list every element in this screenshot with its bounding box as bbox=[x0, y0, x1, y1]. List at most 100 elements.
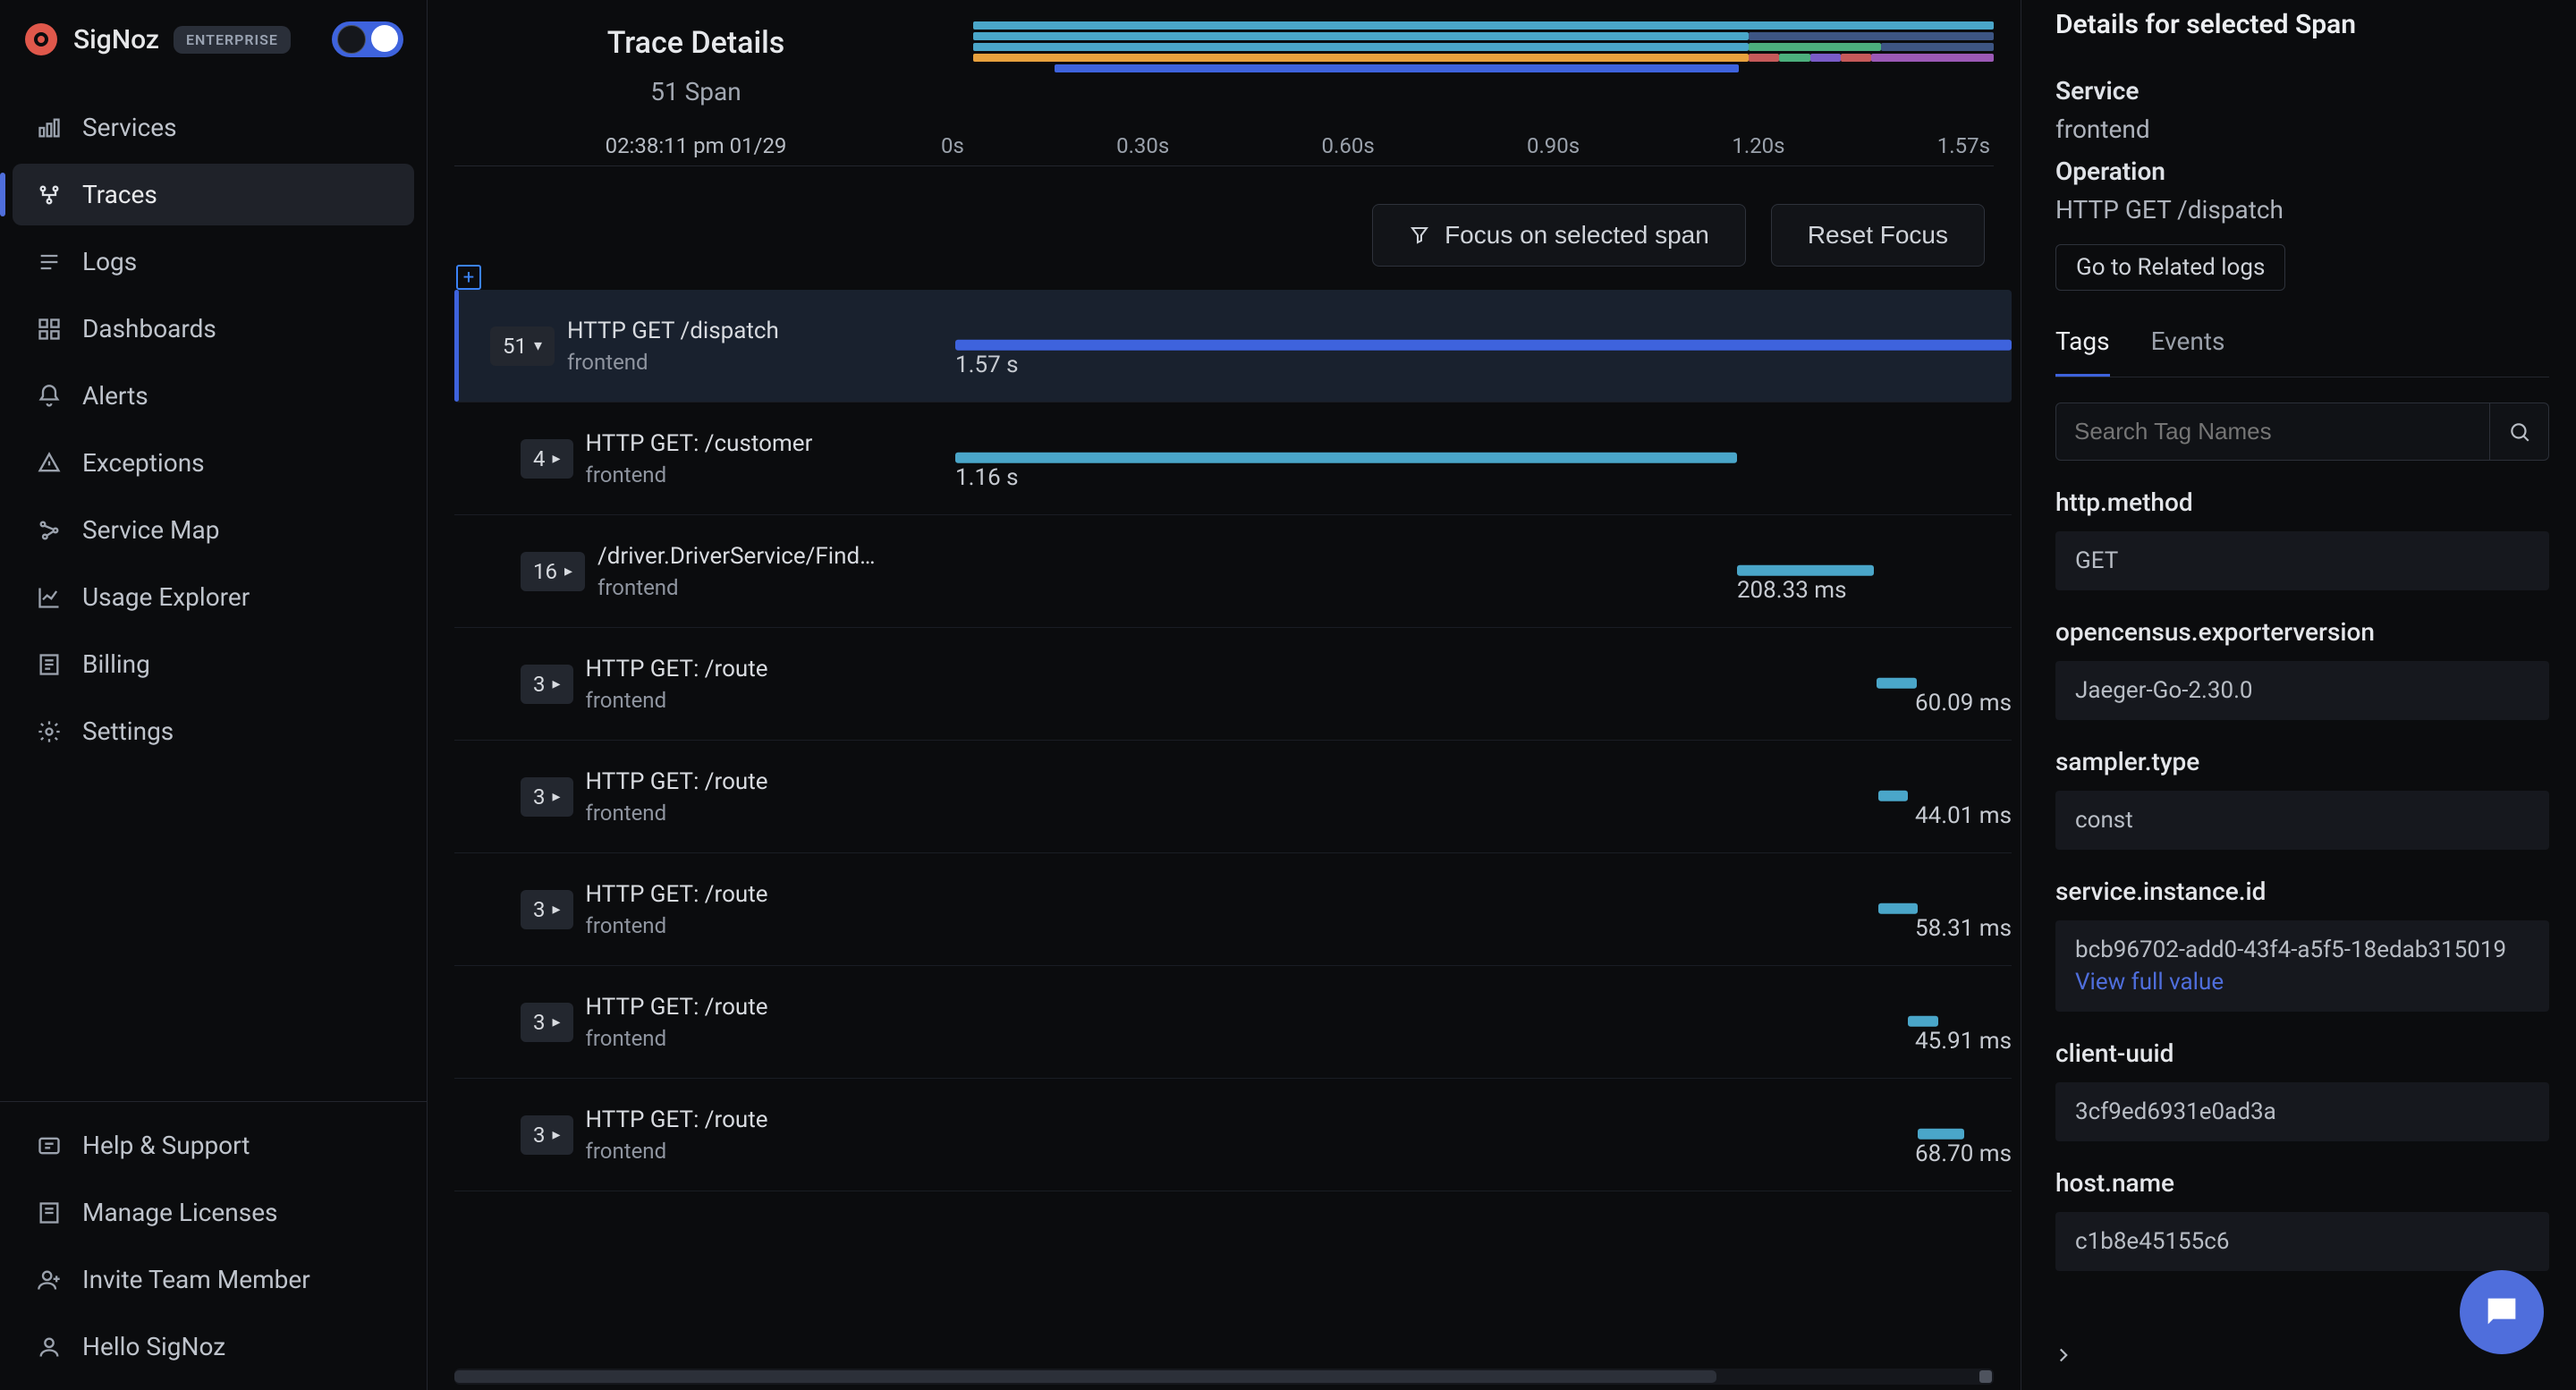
minimap-segment bbox=[973, 43, 1749, 51]
sidebar-item-billing[interactable]: Billing bbox=[13, 633, 414, 695]
span-row[interactable]: 3 ▸HTTP GET: /routefrontend44.01 ms bbox=[454, 741, 2012, 853]
minimap-segment bbox=[1749, 32, 1994, 40]
focus-selected-label: Focus on selected span bbox=[1445, 221, 1709, 250]
span-bar bbox=[955, 452, 1737, 462]
span-row[interactable]: 16 ▸/driver.DriverService/Find…frontend2… bbox=[454, 515, 2012, 628]
horizontal-scrollbar[interactable] bbox=[454, 1369, 1994, 1385]
view-full-value-link[interactable]: View full value bbox=[2075, 969, 2529, 996]
sidebar-item-usage-explorer[interactable]: Usage Explorer bbox=[13, 566, 414, 628]
brand-logo-icon bbox=[23, 21, 59, 57]
caret-icon: ▸ bbox=[553, 674, 561, 693]
tag-block: sampler.typeconst bbox=[2055, 747, 2549, 850]
tag-value: c1b8e45155c6 bbox=[2055, 1212, 2549, 1271]
scrollbar-thumb[interactable] bbox=[454, 1370, 1716, 1383]
sidebar-item-label: Alerts bbox=[82, 381, 148, 411]
trace-header: Trace Details 51 Span bbox=[428, 0, 2021, 106]
span-count-pill[interactable]: 4 ▸ bbox=[521, 439, 573, 479]
sidebar-item-exceptions[interactable]: Exceptions bbox=[13, 432, 414, 494]
sidebar-item-alerts[interactable]: Alerts bbox=[13, 365, 414, 427]
span-count-pill[interactable]: 3 ▸ bbox=[521, 665, 573, 704]
span-timeline: 208.33 ms bbox=[955, 515, 2012, 627]
operation-label: Operation bbox=[2055, 157, 2549, 186]
minimap-segment bbox=[1749, 43, 1881, 51]
details-heading: Details for selected Span bbox=[2055, 9, 2549, 40]
sidebar-footer-invite-team-member[interactable]: Invite Team Member bbox=[13, 1249, 414, 1310]
focus-selected-button[interactable]: Focus on selected span bbox=[1372, 204, 1746, 267]
related-logs-button[interactable]: Go to Related logs bbox=[2055, 244, 2285, 291]
footer-icon bbox=[36, 1199, 63, 1226]
span-timeline: 60.09 ms bbox=[955, 628, 2012, 740]
span-count-pill[interactable]: 16 ▸ bbox=[521, 552, 585, 591]
caret-icon: ▸ bbox=[553, 787, 561, 806]
span-service: frontend bbox=[586, 1026, 768, 1051]
span-row[interactable]: 3 ▸HTTP GET: /routefrontend45.91 ms bbox=[454, 966, 2012, 1079]
nav-icon bbox=[36, 182, 63, 208]
span-bar bbox=[955, 339, 2012, 350]
sidebar-footer-label: Help & Support bbox=[82, 1131, 250, 1160]
span-row[interactable]: 4 ▸HTTP GET: /customerfrontend1.16 s bbox=[454, 403, 2012, 515]
sidebar-footer: Help & Support Manage Licenses Invite Team… bbox=[0, 1101, 427, 1390]
sidebar-item-label: Usage Explorer bbox=[82, 582, 250, 612]
tag-list: http.methodGETopencensus.exporterversion… bbox=[2055, 461, 2549, 1271]
sidebar-item-traces[interactable]: Traces bbox=[13, 164, 414, 225]
span-service: frontend bbox=[586, 913, 768, 938]
footer-icon bbox=[36, 1132, 63, 1159]
sidebar-item-service-map[interactable]: Service Map bbox=[13, 499, 414, 561]
span-count-pill[interactable]: 51 ▾ bbox=[490, 326, 555, 366]
sidebar-item-settings[interactable]: Settings bbox=[13, 700, 414, 762]
sidebar-footer-manage-licenses[interactable]: Manage Licenses bbox=[13, 1182, 414, 1243]
sidebar-item-label: Traces bbox=[82, 180, 157, 209]
sidebar-item-dashboards[interactable]: Dashboards bbox=[13, 298, 414, 360]
nav-icon bbox=[36, 114, 63, 141]
span-details-panel: Details for selected Span Service fronte… bbox=[2021, 0, 2576, 1390]
sidebar-footer-hello-signoz[interactable]: Hello SigNoz bbox=[13, 1316, 414, 1377]
span-row[interactable]: 3 ▸HTTP GET: /routefrontend68.70 ms bbox=[454, 1079, 2012, 1191]
span-count-pill[interactable]: 3 ▸ bbox=[521, 1115, 573, 1155]
operation-value: HTTP GET /dispatch bbox=[2055, 195, 2549, 225]
span-row[interactable]: 51 ▾HTTP GET /dispatchfrontend1.57 s bbox=[454, 290, 2012, 403]
tag-value: const bbox=[2055, 791, 2549, 850]
scrollbar-end[interactable] bbox=[1979, 1370, 1992, 1383]
span-duration: 58.31 ms bbox=[1915, 915, 2012, 942]
controls-row: Focus on selected span Reset Focus bbox=[428, 166, 2021, 290]
span-row[interactable]: 3 ▸HTTP GET: /routefrontend58.31 ms bbox=[454, 853, 2012, 966]
sidebar-nav: Services Traces LogsDashboards Alerts Except… bbox=[0, 79, 427, 780]
span-count-pill[interactable]: 3 ▸ bbox=[521, 777, 573, 817]
caret-icon: ▸ bbox=[564, 562, 572, 581]
minimap-segment bbox=[1810, 54, 1841, 62]
minimap-segment bbox=[973, 21, 1994, 30]
tab-tags[interactable]: Tags bbox=[2055, 326, 2110, 377]
sidebar-item-logs[interactable]: Logs bbox=[13, 231, 414, 292]
reset-focus-button[interactable]: Reset Focus bbox=[1771, 204, 1985, 267]
trace-minimap[interactable] bbox=[973, 13, 1994, 106]
span-name: HTTP GET: /route bbox=[586, 994, 768, 1021]
minimap-segment bbox=[1881, 43, 1994, 51]
span-row[interactable]: 3 ▸HTTP GET: /routefrontend60.09 ms bbox=[454, 628, 2012, 741]
sidebar-footer-help-support[interactable]: Help & Support bbox=[13, 1115, 414, 1176]
span-service: frontend bbox=[586, 1139, 768, 1164]
chat-fab-button[interactable] bbox=[2460, 1270, 2544, 1354]
tag-search-input[interactable] bbox=[2055, 403, 2490, 461]
minimap-segment bbox=[1749, 54, 1779, 62]
time-tick: 0s bbox=[941, 133, 964, 158]
service-label: Service bbox=[2055, 76, 2549, 106]
theme-toggle[interactable] bbox=[332, 21, 403, 57]
span-count-pill[interactable]: 3 ▸ bbox=[521, 1003, 573, 1042]
details-collapse-button[interactable] bbox=[2052, 1343, 2075, 1367]
tag-block: opencensus.exporterversionJaeger-Go-2.30… bbox=[2055, 617, 2549, 720]
tab-events[interactable]: Events bbox=[2151, 326, 2225, 377]
sidebar-footer-label: Hello SigNoz bbox=[82, 1332, 225, 1361]
expand-all-button[interactable]: + bbox=[456, 265, 481, 290]
span-bar bbox=[1878, 903, 1918, 913]
nav-icon bbox=[36, 517, 63, 544]
sidebar-item-services[interactable]: Services bbox=[13, 97, 414, 158]
span-duration: 60.09 ms bbox=[1915, 690, 2012, 716]
span-count-pill[interactable]: 3 ▸ bbox=[521, 890, 573, 929]
nav-icon bbox=[36, 383, 63, 410]
span-name: HTTP GET: /route bbox=[586, 656, 768, 682]
sidebar-item-label: Services bbox=[82, 113, 177, 142]
tag-search-button[interactable] bbox=[2490, 403, 2549, 461]
span-duration: 1.16 s bbox=[955, 464, 1019, 491]
sidebar-footer-label: Manage Licenses bbox=[82, 1198, 278, 1227]
brand-name: SigNoz bbox=[73, 24, 159, 55]
